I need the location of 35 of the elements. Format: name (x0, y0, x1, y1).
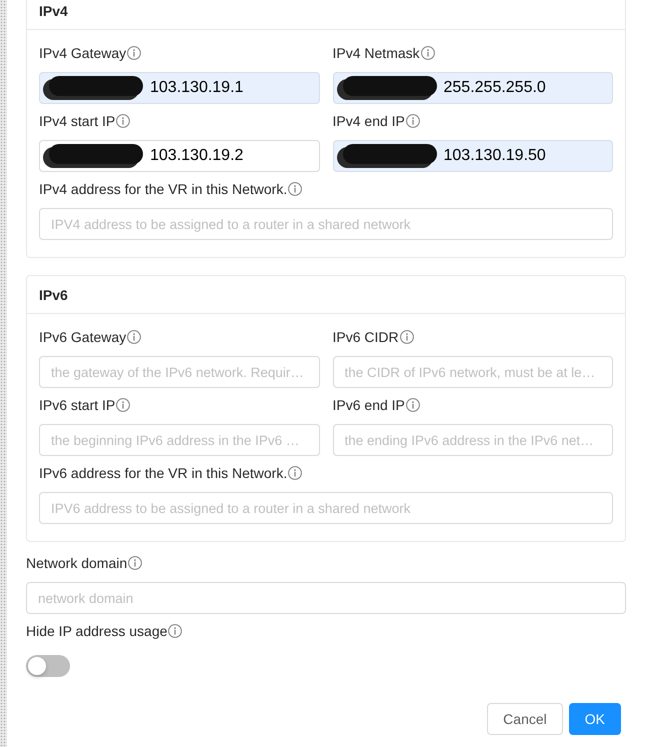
info-icon (168, 624, 182, 638)
info-icon (288, 466, 302, 480)
field-label: IPv4 Netmask (332, 45, 420, 61)
info-icon (406, 114, 420, 128)
info-icon (400, 330, 414, 344)
field-label: IPv4 end IP (332, 113, 405, 129)
info-icon (116, 398, 130, 412)
input-field[interactable]: the gateway of the IPv6 network. Requir… (39, 356, 320, 388)
section-title: IPv6 (39, 286, 68, 302)
field-label: IPv6 Gateway (39, 329, 126, 345)
default-button[interactable]: Cancel (487, 703, 563, 735)
field-label: IPv6 address for the VR in this Network. (39, 465, 288, 481)
info-icon (127, 46, 142, 60)
field-label: IPv6 start IP (39, 397, 116, 413)
toggle-switch[interactable] (26, 655, 70, 677)
input-field[interactable]: the beginning IPv6 address in the IPv6 … (39, 424, 320, 456)
info-icon (288, 182, 302, 196)
info-icon (116, 114, 130, 128)
field-label: IPv4 address for the VR in this Network. (39, 181, 288, 197)
field-label: IPv4 start IP (39, 113, 116, 129)
field-label: IPv4 Gateway (39, 45, 126, 61)
info-icon (420, 46, 435, 60)
field-label: Network domain (26, 555, 128, 571)
input-field[interactable]: the CIDR of IPv6 network, must be at le… (332, 356, 613, 388)
section-title: IPv4 (39, 2, 68, 18)
info-icon (127, 330, 142, 344)
input-field[interactable]: network domain (26, 582, 626, 614)
info-icon (406, 398, 420, 412)
field-label: IPv6 end IP (332, 397, 405, 413)
input-field[interactable]: IPV6 address to be assigned to a router in a shared network (39, 492, 613, 524)
input-field[interactable]: the ending IPv6 address in the IPv6 net… (332, 424, 613, 456)
info-icon (128, 556, 142, 570)
field-label: IPv6 CIDR (332, 329, 399, 345)
field-label: Hide IP address usage (26, 623, 168, 639)
input-field[interactable]: IPV4 address to be assigned to a router in a shared network (39, 208, 613, 240)
